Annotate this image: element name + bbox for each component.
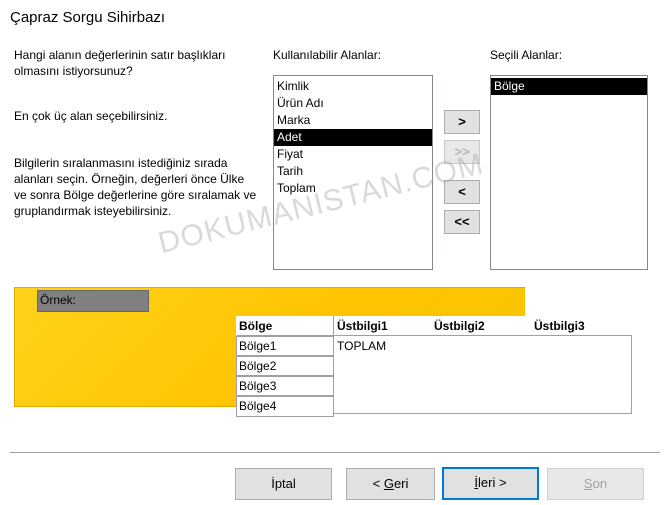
available-field-urun-adi[interactable]: Ürün Adı (274, 95, 432, 112)
available-field-adet[interactable]: Adet (274, 129, 432, 146)
sample-col-header-2: Üstbilgi2 (434, 317, 485, 335)
back-label-suffix: eri (393, 476, 409, 491)
back-label-prefix: < (372, 476, 384, 491)
sample-row-1: Bölge1 (236, 336, 334, 356)
sample-col-header-row: Üstbilgi1 Üstbilgi2 Üstbilgi3 (333, 316, 632, 336)
sample-row-3: Bölge3 (236, 376, 334, 396)
add-one-button[interactable]: > (444, 110, 480, 134)
available-field-marka[interactable]: Marka (274, 112, 432, 129)
available-field-fiyat[interactable]: Fiyat (274, 146, 432, 163)
available-fields-label: Kullanılabilir Alanlar: (273, 48, 382, 62)
sample-row-header: Bölge (236, 316, 334, 336)
finish-label-suffix: on (592, 476, 608, 491)
next-label-suffix: leri > (478, 475, 507, 490)
sample-label-box: Örnek: (37, 290, 149, 312)
cancel-label: İptal (271, 476, 296, 491)
sample-row-4: Bölge4 (236, 396, 334, 417)
limit-text: En çok üç alan seçebilirsiniz. (14, 109, 168, 123)
selected-fields-list[interactable]: Bölge (490, 75, 648, 270)
available-field-kimlik[interactable]: Kimlik (274, 78, 432, 95)
sample-total: TOPLAM (337, 339, 387, 353)
question-text: Hangi alanın değerlerinin satır başlıkla… (14, 48, 226, 78)
back-button[interactable]: < Geri (346, 468, 435, 500)
order-text: Bilgilerin sıralanmasını istediğiniz sır… (14, 156, 257, 218)
selected-fields-label: Seçili Alanlar: (490, 48, 563, 62)
cancel-button[interactable]: İptal (235, 468, 332, 500)
remove-all-button[interactable]: << (444, 210, 480, 234)
selected-field-bolge[interactable]: Bölge (491, 78, 647, 95)
next-button[interactable]: İleri > (442, 467, 539, 500)
finish-button[interactable]: Son (547, 468, 644, 500)
sample-row-2: Bölge2 (236, 356, 334, 376)
wizard-title: Çapraz Sorgu Sihirbazı (10, 9, 166, 26)
back-label-accel: G (383, 476, 394, 491)
finish-label-accel: S (583, 476, 593, 491)
sample-label: Örnek: (40, 293, 77, 307)
footer-separator (10, 452, 660, 454)
sample-col-header-3: Üstbilgi3 (534, 317, 585, 335)
sample-col-header-1: Üstbilgi1 (337, 317, 388, 335)
